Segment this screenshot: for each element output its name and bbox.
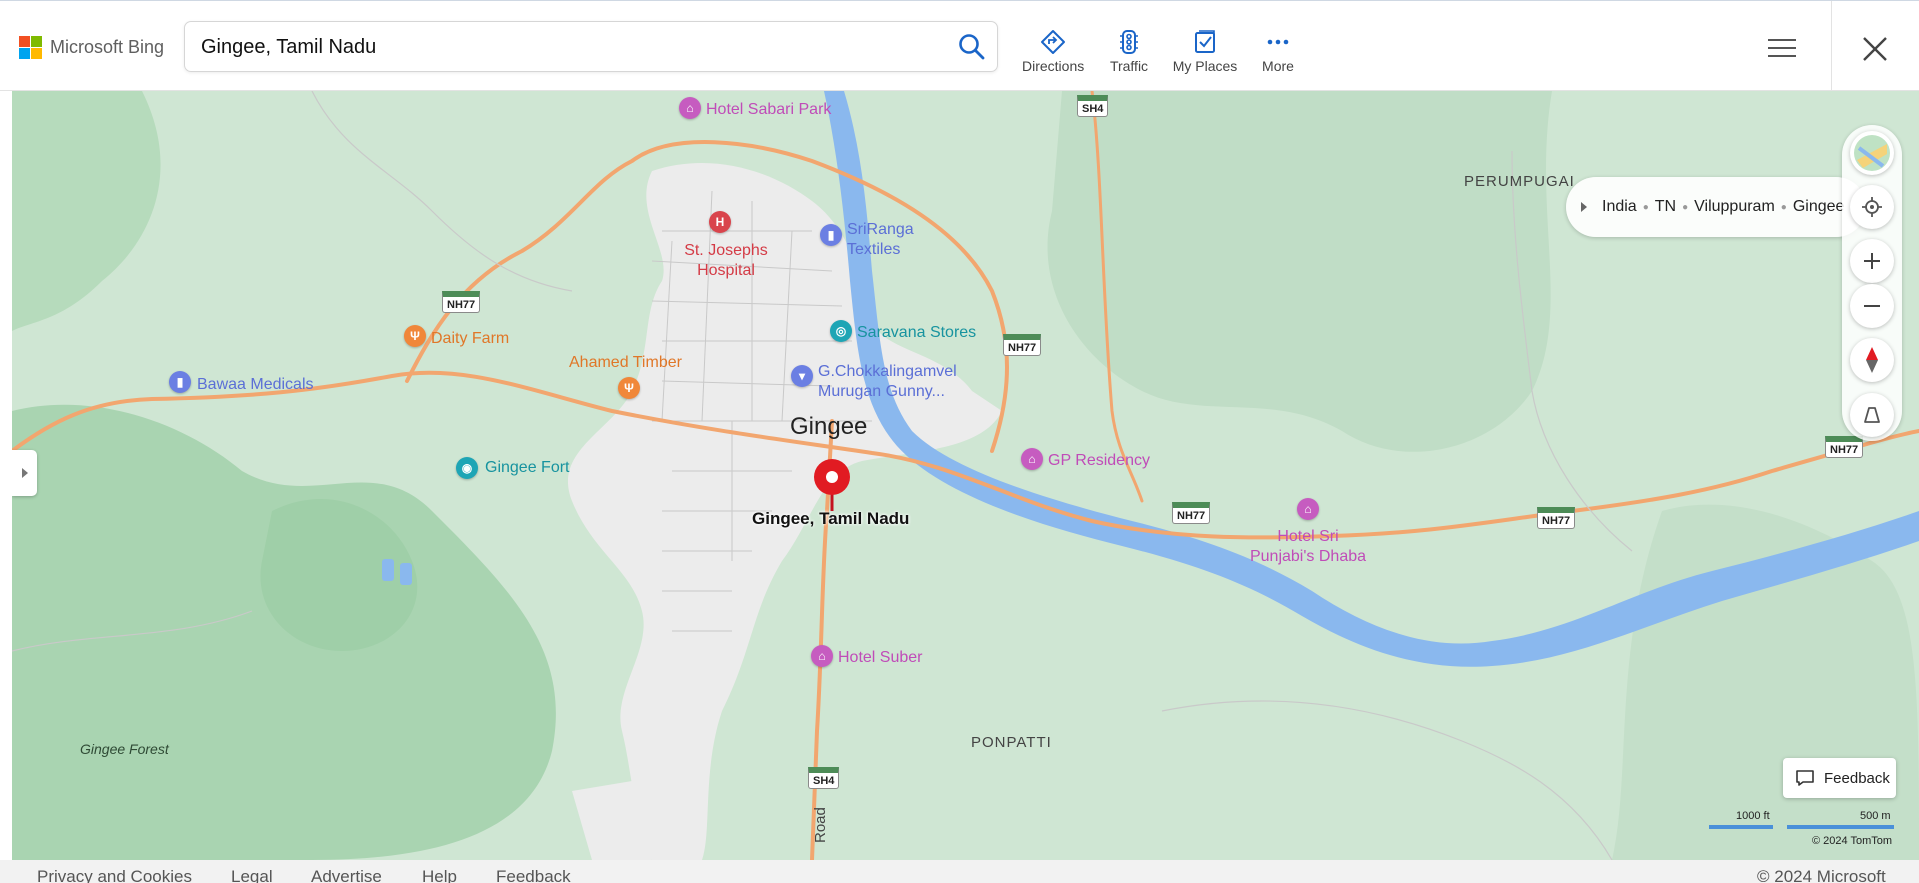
header-divider <box>1831 1 1832 92</box>
feedback-label: Feedback <box>1824 769 1890 787</box>
poi-chokkalingamvel[interactable]: G.Chokkalingamvel Murugan Gunny... <box>818 362 978 402</box>
town-label: Gingee <box>790 413 868 440</box>
poi-daity-farm[interactable]: Daity Farm <box>431 330 509 348</box>
camera-icon[interactable]: ◉ <box>456 457 478 479</box>
breadcrumb-separator: ● <box>1780 201 1787 213</box>
more-icon <box>1267 39 1289 45</box>
footer-link-feedback[interactable]: Feedback <box>496 867 571 883</box>
brand-name: Microsoft Bing <box>50 37 165 57</box>
hotel-icon[interactable]: ⌂ <box>1021 448 1043 470</box>
minus-icon <box>1864 305 1880 307</box>
scale-metric: 500 m <box>1860 810 1891 822</box>
place-label-ponpatti: PONPATTI <box>971 734 1052 751</box>
search-icon[interactable] <box>957 32 987 62</box>
footer-link-legal[interactable]: Legal <box>231 867 273 883</box>
directions-button[interactable]: Directions <box>1022 29 1084 74</box>
zoom-in-button[interactable] <box>1850 239 1894 283</box>
poi-bawaa-medicals[interactable]: Bawaa Medicals <box>197 376 314 394</box>
bing-logo[interactable]: Microsoft Bing <box>19 36 164 59</box>
search-box <box>184 21 998 73</box>
map-style-button[interactable] <box>1850 131 1894 175</box>
traffic-icon <box>1120 30 1138 54</box>
tilt-icon <box>1864 407 1880 423</box>
map-style-icon <box>1854 135 1890 171</box>
footer: Privacy and Cookies Legal Advertise Help… <box>0 860 1919 883</box>
breadcrumb-separator: ● <box>1682 201 1689 213</box>
locate-me-button[interactable] <box>1850 185 1894 229</box>
cart-icon[interactable]: ▾ <box>791 365 813 387</box>
breadcrumb-item-tn[interactable]: TN <box>1655 198 1676 216</box>
feedback-button[interactable]: Feedback <box>1783 758 1896 798</box>
microsoft-logo-icon <box>19 36 42 59</box>
plus-icon <box>1864 253 1880 269</box>
my-places-label: My Places <box>1172 58 1238 74</box>
directions-label: Directions <box>1022 58 1085 74</box>
footer-copyright: © 2024 Microsoft <box>1757 867 1886 883</box>
road-shield-nh77: NH77 <box>1172 502 1211 524</box>
breadcrumb: India ● TN ● Viluppuram ● Gingee <box>1566 177 1866 237</box>
map-copyright: © 2024 TomTom <box>1812 835 1893 847</box>
poi-hotel-sri-punjabis-dhaba[interactable]: Hotel Sri Punjabi's Dhaba <box>1248 527 1368 567</box>
footer-link-advertise[interactable]: Advertise <box>311 867 382 883</box>
poi-hotel-suber[interactable]: Hotel Suber <box>838 649 923 667</box>
poi-sriranga-textiles[interactable]: SriRanga Textiles <box>847 220 937 260</box>
poi-saravana-stores[interactable]: Saravana Stores <box>857 324 976 342</box>
hotel-icon[interactable]: ⌂ <box>1297 498 1319 520</box>
hamburger-menu-icon[interactable] <box>1768 37 1796 59</box>
breadcrumb-item-viluppuram[interactable]: Viluppuram <box>1694 198 1775 216</box>
pin-label: Gingee, Tamil Nadu <box>752 509 910 528</box>
search-input[interactable] <box>199 22 923 73</box>
more-button[interactable]: More <box>1260 29 1296 74</box>
shopping-icon[interactable]: ▮ <box>820 224 842 246</box>
traffic-label: Traffic <box>1109 58 1149 74</box>
breadcrumb-item-gingee[interactable]: Gingee <box>1793 198 1845 216</box>
footer-link-privacy[interactable]: Privacy and Cookies <box>37 867 192 883</box>
zoom-out-button[interactable] <box>1850 284 1894 328</box>
traffic-button[interactable]: Traffic <box>1107 29 1151 74</box>
side-panel-toggle[interactable] <box>12 450 37 496</box>
poi-st-josephs-hospital[interactable]: St. Josephs Hospital <box>676 241 776 281</box>
close-icon[interactable] <box>1861 35 1889 63</box>
road-shield-sh4: SH4 <box>808 767 840 789</box>
map-canvas[interactable]: Gingee Gingee, Tamil Nadu PERUMPUGAI PON… <box>12 91 1919 860</box>
road-shield-sh4: SH4 <box>1077 95 1109 117</box>
compass-button[interactable] <box>1850 338 1894 382</box>
hotel-icon[interactable]: ⌂ <box>679 97 701 119</box>
poi-ahamed-timber[interactable]: Ahamed Timber <box>569 354 682 372</box>
my-places-button[interactable]: My Places <box>1172 29 1238 74</box>
road-shield-nh77: NH77 <box>1537 507 1576 529</box>
scale-imperial: 1000 ft <box>1736 810 1770 822</box>
footer-link-help[interactable]: Help <box>422 867 457 883</box>
road-shield-nh77: NH77 <box>1825 436 1864 458</box>
scale-bar-metric <box>1787 825 1894 829</box>
restaurant-icon[interactable]: Ψ <box>404 325 426 347</box>
feedback-icon <box>1796 770 1814 786</box>
place-label-perumpugai: PERUMPUGAI <box>1464 173 1575 190</box>
hotel-icon[interactable]: ⌂ <box>811 645 833 667</box>
road-shield-nh77: NH77 <box>442 291 481 313</box>
poi-gingee-fort[interactable]: Gingee Fort <box>485 459 569 477</box>
tilt-button[interactable] <box>1850 393 1894 437</box>
place-label-forest: Gingee Forest <box>80 741 169 757</box>
breadcrumb-item-india[interactable]: India <box>1602 198 1637 216</box>
more-label: More <box>1262 58 1294 74</box>
chevron-right-icon <box>21 468 28 478</box>
locate-icon <box>1862 197 1882 217</box>
directions-icon <box>1041 30 1065 54</box>
road-label: Road <box>812 807 829 843</box>
scale-bar-imperial <box>1709 825 1773 829</box>
poi-hotel-sabari-park[interactable]: Hotel Sabari Park <box>706 101 831 119</box>
breadcrumb-separator: ● <box>1642 201 1649 213</box>
restaurant-icon[interactable]: Ψ <box>618 377 640 399</box>
top-bar: Microsoft Bing Directions Traffic <box>0 0 1919 92</box>
pharmacy-icon[interactable]: ▮ <box>169 371 191 393</box>
road-shield-nh77: NH77 <box>1003 334 1042 356</box>
store-icon[interactable]: ◎ <box>830 320 852 342</box>
my-places-icon <box>1195 30 1215 53</box>
compass-icon <box>1866 347 1878 373</box>
hospital-icon[interactable]: H <box>709 211 731 233</box>
poi-gp-residency[interactable]: GP Residency <box>1048 452 1150 470</box>
chevron-right-icon[interactable] <box>1580 202 1588 212</box>
